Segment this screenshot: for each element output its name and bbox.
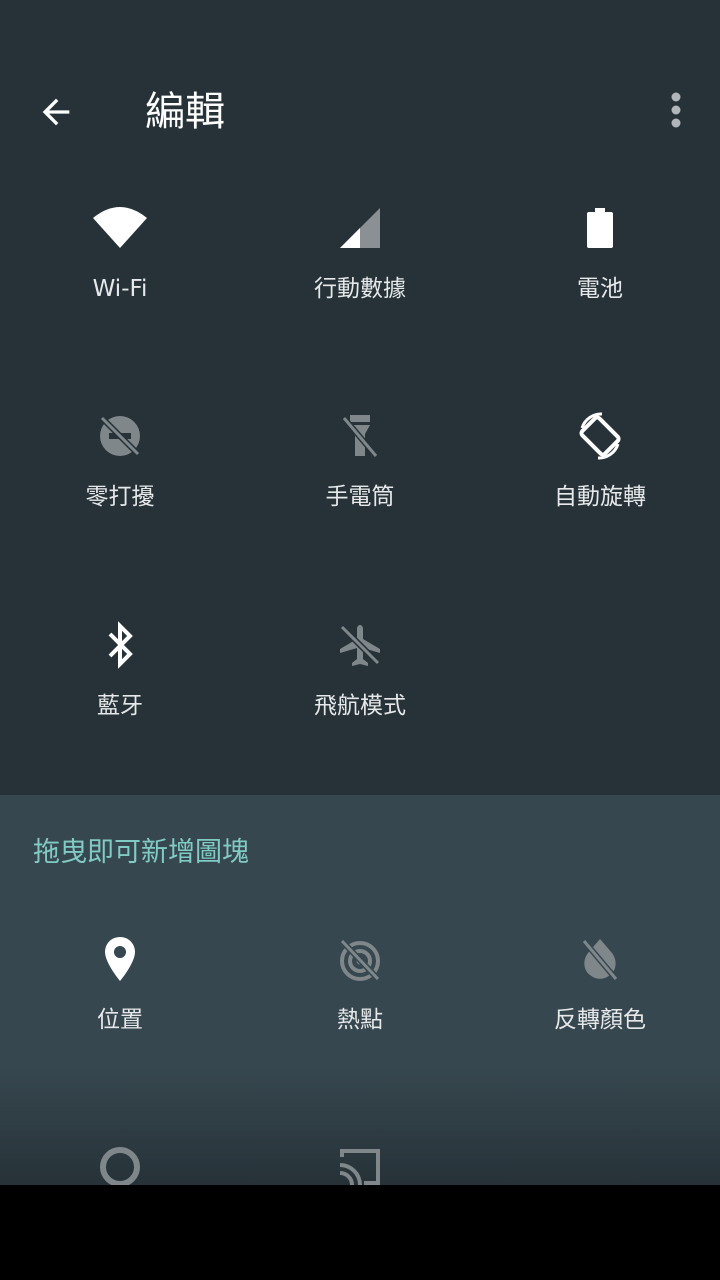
back-button[interactable] — [26, 82, 86, 142]
tile-label: 飛航模式 — [314, 693, 406, 719]
tile-invert-colors[interactable]: 反轉顏色 — [480, 929, 720, 1069]
tile-flashlight[interactable]: 手電筒 — [240, 406, 480, 546]
tile-label: 位置 — [97, 1007, 143, 1033]
tile-label: 反轉顏色 — [554, 1007, 646, 1033]
flashlight-off-icon — [341, 415, 379, 458]
current-tiles-panel: 編輯 Wi-Fi 行動數據 電池 零打擾 手電筒 自動旋轉 藍牙 飛航模式 — [0, 0, 720, 795]
battery-icon — [587, 208, 613, 248]
tile-label: 手電筒 — [325, 484, 395, 510]
invert-colors-off-icon — [581, 939, 619, 981]
do-not-disturb-off-icon — [99, 415, 141, 457]
tile-hotspot[interactable]: 熱點 — [240, 929, 480, 1069]
tile-label: 藍牙 — [97, 693, 143, 719]
bluetooth-icon — [108, 621, 133, 669]
tile-airplane-mode[interactable]: 飛航模式 — [240, 615, 480, 755]
app-bar: 編輯 — [0, 60, 720, 164]
navigation-bar — [0, 1185, 720, 1280]
hotspot-off-icon — [339, 938, 381, 982]
tile-wifi[interactable]: Wi-Fi — [0, 198, 240, 338]
tile-label: 熱點 — [337, 1007, 383, 1033]
cast-icon — [339, 1149, 380, 1186]
tile-auto-rotate[interactable]: 自動旋轉 — [480, 406, 720, 546]
tile-mobile-data[interactable]: 行動數據 — [240, 198, 480, 338]
data-saver-icon — [100, 1147, 140, 1187]
drag-hint-text: 拖曳即可新增圖塊 — [33, 837, 249, 868]
page-title: 編輯 — [145, 89, 225, 135]
available-tiles-panel: 拖曳即可新增圖塊 位置 熱點 反轉顏色 — [0, 795, 720, 1187]
tile-label: 電池 — [577, 276, 623, 302]
tile-bluetooth[interactable]: 藍牙 — [0, 615, 240, 755]
screen-rotation-icon — [579, 412, 621, 460]
tile-label: Wi-Fi — [92, 276, 148, 302]
tile-label: 零打擾 — [85, 484, 155, 510]
tile-location[interactable]: 位置 — [0, 929, 240, 1069]
cellular-signal-icon — [340, 208, 380, 248]
wifi-icon — [93, 207, 147, 248]
tile-label: 行動數據 — [314, 276, 406, 302]
location-pin-icon — [105, 937, 135, 981]
tile-battery[interactable]: 電池 — [480, 198, 720, 338]
more-options-button[interactable] — [650, 82, 702, 142]
tile-do-not-disturb[interactable]: 零打擾 — [0, 406, 240, 546]
more-vert-icon — [671, 92, 681, 128]
airplane-off-icon — [339, 624, 381, 666]
tile-label: 自動旋轉 — [554, 484, 646, 510]
arrow-back-icon — [42, 98, 70, 126]
